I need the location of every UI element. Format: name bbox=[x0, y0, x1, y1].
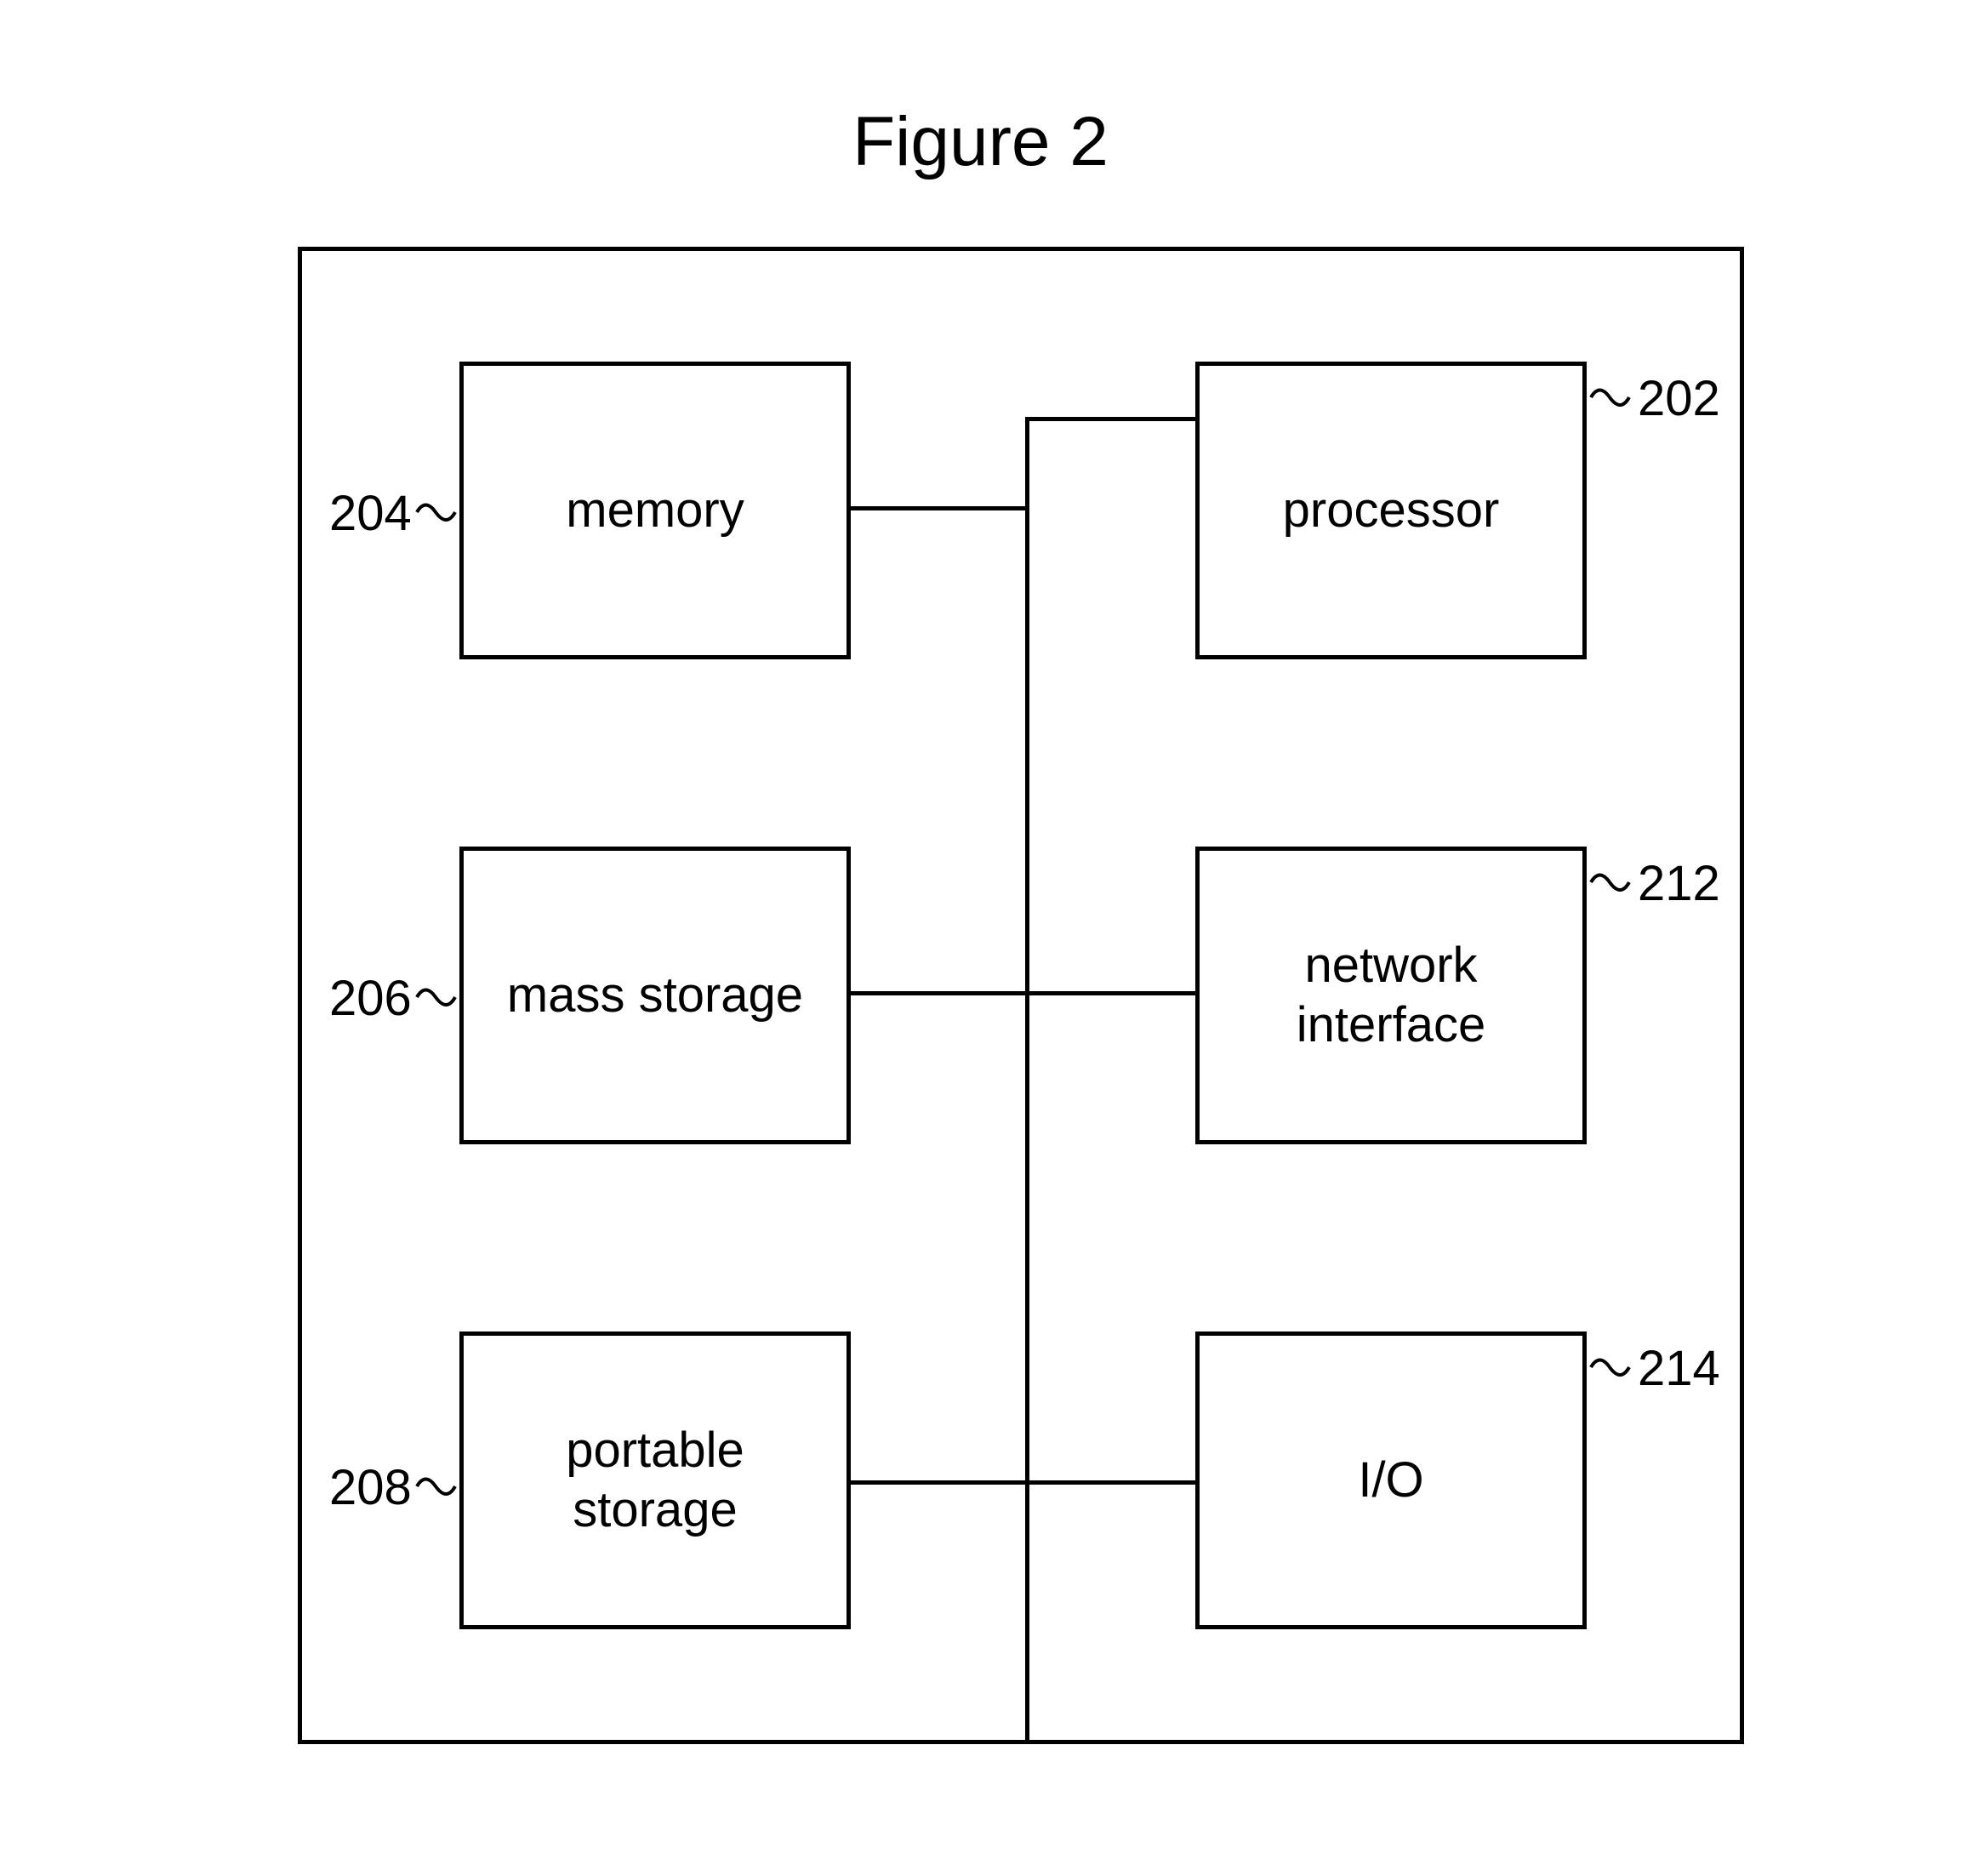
system-container: memory mass storage portable storage pro… bbox=[298, 247, 1744, 1744]
squiggle-network-interface bbox=[1587, 864, 1633, 902]
squiggle-portable-storage bbox=[413, 1468, 459, 1506]
connector-portable-storage bbox=[851, 1480, 1028, 1485]
block-memory-label: memory bbox=[566, 481, 744, 540]
bus-vertical bbox=[1025, 417, 1029, 1740]
connector-memory bbox=[851, 506, 1028, 510]
squiggle-processor bbox=[1587, 379, 1633, 417]
block-mass-storage: mass storage bbox=[459, 847, 851, 1144]
squiggle-io bbox=[1587, 1349, 1633, 1387]
ref-processor: 202 bbox=[1638, 370, 1720, 427]
block-processor: processor bbox=[1195, 362, 1587, 659]
ref-io: 214 bbox=[1638, 1340, 1720, 1397]
ref-mass-storage: 206 bbox=[329, 970, 412, 1027]
block-network-interface-label: network interface bbox=[1297, 936, 1485, 1054]
block-portable-storage: portable storage bbox=[459, 1331, 851, 1629]
block-memory: memory bbox=[459, 362, 851, 659]
squiggle-mass-storage bbox=[413, 978, 459, 1017]
connector-mass-storage bbox=[851, 991, 1028, 995]
ref-portable-storage: 208 bbox=[329, 1459, 412, 1516]
block-io: I/O bbox=[1195, 1331, 1587, 1629]
ref-memory: 204 bbox=[329, 485, 412, 542]
block-mass-storage-label: mass storage bbox=[507, 966, 803, 1025]
figure-title: Figure 2 bbox=[852, 102, 1109, 182]
connector-network-interface bbox=[1028, 991, 1198, 995]
connector-io bbox=[1028, 1480, 1198, 1485]
block-portable-storage-label: portable storage bbox=[566, 1421, 744, 1539]
block-io-label: I/O bbox=[1358, 1451, 1423, 1510]
block-processor-label: processor bbox=[1283, 481, 1500, 540]
connector-processor bbox=[1028, 417, 1198, 421]
squiggle-memory bbox=[413, 493, 459, 532]
ref-network-interface: 212 bbox=[1638, 855, 1720, 912]
block-network-interface: network interface bbox=[1195, 847, 1587, 1144]
